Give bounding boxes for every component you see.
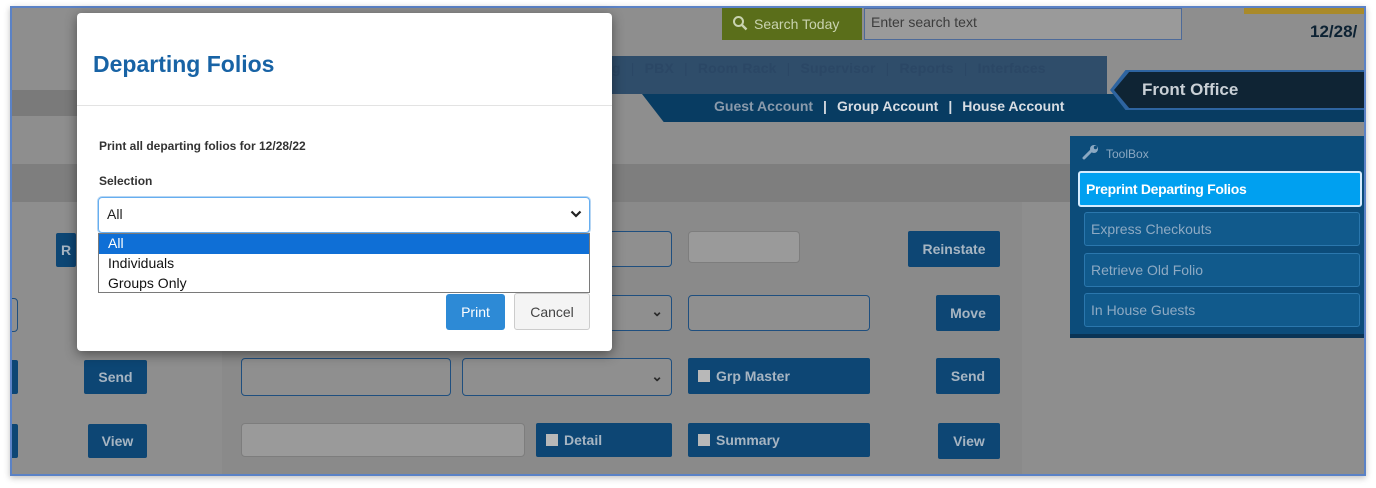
tab-guest-account[interactable]: Guest Account: [714, 98, 813, 114]
menu-item-supervisor[interactable]: Supervisor: [801, 60, 876, 76]
option-groups-only[interactable]: Groups Only: [99, 274, 589, 294]
chevron-down-icon: [570, 206, 582, 223]
send-button-left[interactable]: Send: [84, 360, 147, 394]
move-button[interactable]: Move: [936, 295, 1000, 331]
wrench-icon: [1082, 144, 1100, 163]
account-tabs: Guest Account | Group Account | House Acco…: [714, 98, 1065, 114]
field-blank-4[interactable]: [241, 423, 525, 457]
dialog-message: Print all departing folios for 12/28/22: [99, 139, 306, 153]
left-button-partial-2[interactable]: [12, 424, 18, 458]
menu-item-reports[interactable]: Reports: [900, 60, 954, 76]
checkbox-icon: [546, 434, 558, 446]
selection-label: Selection: [99, 174, 153, 188]
field-partial-1[interactable]: [608, 231, 672, 267]
dialog-divider: [77, 105, 612, 106]
search-today-button[interactable]: Search Today: [722, 8, 862, 40]
toolbox-item-in-house-guests[interactable]: In House Guests: [1084, 293, 1360, 327]
menu-item-interfaces[interactable]: Interfaces: [978, 60, 1046, 76]
search-today-label: Search Today: [754, 16, 840, 32]
select-blank[interactable]: ⌄: [462, 358, 672, 396]
summary-toggle[interactable]: Summary: [688, 423, 870, 457]
selection-value: All: [107, 206, 123, 222]
chevron-down-icon: ⌄: [651, 303, 663, 319]
select-partial[interactable]: ⌄: [608, 295, 672, 331]
r-button-partial[interactable]: R: [56, 233, 76, 267]
toolbox-item-retrieve-old-folio[interactable]: Retrieve Old Folio: [1084, 253, 1360, 287]
checkbox-icon: [698, 434, 710, 446]
tab-house-account[interactable]: House Account: [962, 98, 1064, 114]
toolbox-item-preprint-departing-folios[interactable]: Preprint Departing Folios: [1078, 171, 1362, 207]
reinstate-button[interactable]: Reinstate: [908, 231, 1000, 267]
view-button-right[interactable]: View: [938, 423, 1000, 459]
selection-select[interactable]: All: [98, 197, 590, 233]
toolbox-footer: [1070, 334, 1364, 338]
summary-label: Summary: [716, 432, 780, 448]
view-button-left[interactable]: View: [88, 424, 147, 458]
left-field-partial[interactable]: [12, 298, 18, 332]
menu-item-pbx[interactable]: PBX: [645, 60, 674, 76]
print-button[interactable]: Print: [446, 294, 505, 330]
section-title: Front Office: [1114, 72, 1364, 108]
search-input[interactable]: Enter search text: [864, 8, 1182, 40]
toolbox-title: ToolBox: [1106, 146, 1149, 161]
grp-master-label: Grp Master: [716, 368, 790, 384]
field-blank-2[interactable]: [688, 295, 870, 331]
cancel-button[interactable]: Cancel: [514, 293, 590, 330]
field-blank-1[interactable]: [688, 231, 800, 263]
dialog-title: Departing Folios: [93, 51, 275, 77]
option-individuals[interactable]: Individuals: [99, 254, 589, 274]
toolbox-header: ToolBox: [1082, 144, 1149, 163]
departing-folios-dialog: Departing Folios Print all departing fol…: [77, 13, 612, 351]
chevron-down-icon: ⌄: [651, 368, 663, 384]
checkbox-icon: [698, 370, 710, 382]
field-blank-3[interactable]: [241, 358, 451, 396]
menu-item-partial[interactable]: g: [612, 60, 621, 76]
header-date: 12/28/: [1310, 22, 1358, 41]
tab-group-account[interactable]: Group Account: [837, 98, 938, 114]
header-accent-strip: [1244, 8, 1364, 14]
search-icon: [732, 15, 748, 34]
grp-master-toggle[interactable]: Grp Master: [688, 358, 870, 394]
toolbox-item-express-checkouts[interactable]: Express Checkouts: [1084, 212, 1360, 246]
menu-item-room-rack[interactable]: Room Rack: [698, 60, 777, 76]
send-button-right[interactable]: Send: [936, 358, 1000, 394]
left-button-partial[interactable]: [12, 360, 18, 394]
detail-toggle[interactable]: Detail: [536, 423, 672, 457]
selection-dropdown: All Individuals Groups Only: [98, 233, 590, 293]
main-menu: g | PBX | Room Rack | Supervisor | Reports | …: [612, 60, 1046, 76]
option-all[interactable]: All: [99, 234, 589, 254]
detail-label: Detail: [564, 432, 603, 448]
